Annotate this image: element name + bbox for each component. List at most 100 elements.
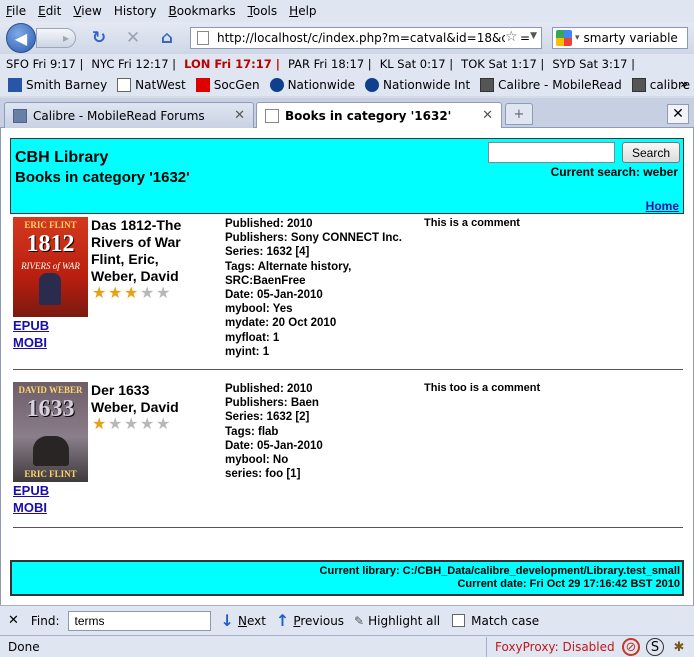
meta-tags: Tags: Alternate history, SRC:BaenFree [225, 260, 352, 287]
bookmark-nationwide-int[interactable]: Nationwide Int [365, 78, 470, 92]
tab-books-in-category[interactable]: Books in category '1632' ✕ [256, 102, 502, 129]
blocked-icon[interactable]: ⊘ [622, 638, 640, 656]
meta-date: Date: 05-Jan-2010 [225, 439, 323, 452]
star-icon: ★ [140, 283, 155, 302]
menu-edit[interactable]: Edit [38, 4, 61, 18]
star-icon: ★ [140, 414, 155, 433]
web-search-input[interactable]: smarty variable [584, 31, 678, 45]
star-icon: ★ [108, 283, 123, 302]
calibre-icon [631, 78, 646, 92]
stop-icon[interactable]: ✕ [124, 28, 142, 48]
page-footer: Current library: C:/CBH_Data/calibre_dev… [10, 560, 684, 596]
cover-title: 1633 [26, 396, 75, 422]
highlight-all-button[interactable]: ✎ Highlight all [354, 614, 440, 628]
star-icon: ★ [156, 283, 171, 302]
rating-stars: ★ ★ ★ ★ ★ [92, 285, 172, 301]
tab-calibre-forums[interactable]: Calibre - MobileRead Forums ✕ [4, 102, 254, 128]
close-icon[interactable]: ✕ [8, 613, 19, 628]
url-dropdown-icon[interactable]: ▼ [530, 31, 537, 41]
search-button[interactable]: Search [622, 142, 680, 163]
chevron-more-icon[interactable]: » [680, 77, 688, 91]
book-title[interactable]: Das 1812-The Rivers of War [91, 217, 201, 251]
clock-lon: LON Fri 17:17 | [184, 57, 280, 71]
find-input[interactable] [67, 610, 211, 631]
tab-bar: Calibre - MobileRead Forums ✕ Books in c… [0, 98, 694, 129]
menu-help[interactable]: Help [289, 4, 316, 18]
current-date: Current date: Fri Oct 29 17:16:42 BST 20… [457, 578, 680, 590]
meta-mybool: mybool: Yes [225, 303, 293, 316]
clock-nyc: NYC Fri 12:17 | [91, 57, 177, 71]
current-library: Current library: C:/CBH_Data/calibre_dev… [319, 565, 680, 577]
close-tab-button[interactable]: ✕ [667, 104, 689, 124]
bookmark-label: Nationwide [287, 78, 356, 92]
arrow-up-icon: ↑ [275, 611, 290, 630]
s-icon[interactable]: S [646, 638, 664, 656]
tab-label: Calibre - MobileRead Forums [33, 108, 205, 123]
bookmark-star-icon[interactable]: ☆ [505, 29, 521, 45]
home-link[interactable]: Home [646, 199, 679, 213]
forward-button[interactable]: ▸ [36, 28, 76, 48]
match-case-label: Match case [471, 613, 540, 628]
page-icon [265, 109, 279, 123]
search-engine-dropdown-icon[interactable]: ▾ [575, 33, 580, 43]
web-search-box[interactable]: ▾ smarty variable [552, 27, 688, 49]
search-input[interactable] [488, 142, 615, 163]
foxyproxy-status[interactable]: FoxyProxy: Disabled [486, 637, 615, 657]
cover-subtitle: RIVERS of WAR [21, 261, 80, 271]
menu-file[interactable]: File [6, 4, 26, 18]
match-case-checkbox[interactable] [452, 614, 466, 627]
status-icons: ⊘ S ✱ [616, 638, 688, 656]
firebug-icon[interactable]: ✱ [670, 638, 688, 656]
arrow-down-icon: ↓ [220, 611, 234, 630]
new-tab-button[interactable]: + [505, 103, 533, 125]
mobi-link[interactable]: MOBI [13, 335, 47, 350]
highlight-all-label: Highlight all [368, 613, 441, 628]
status-bar: Done FoxyProxy: Disabled ⊘ S ✱ [0, 635, 694, 657]
find-next-button[interactable]: ↓ Next [221, 611, 266, 630]
plus-icon: + [513, 106, 525, 122]
google-icon[interactable] [556, 30, 572, 46]
cover-author: DAVID WEBER [18, 385, 83, 395]
meta-tags: Tags: flab [225, 425, 279, 438]
meta-custom-series: series: foo [1] [225, 468, 301, 481]
bookmark-smith-barney[interactable]: Smith Barney [8, 78, 107, 92]
url-bar[interactable]: http://localhost/c/index.php?m=catval&id… [190, 27, 542, 49]
menu-bar: File Edit View History Bookmarks Tools H… [0, 0, 694, 22]
menu-view[interactable]: View [73, 4, 101, 18]
bookmark-nationwide[interactable]: Nationwide [269, 78, 356, 92]
mobi-link[interactable]: MOBI [13, 500, 47, 515]
cover-figure [33, 436, 69, 466]
url-text: http://localhost/c/index.php?m=catval&id… [217, 31, 531, 45]
calibre-icon [480, 78, 495, 92]
epub-link[interactable]: EPUB [13, 318, 49, 333]
star-icon: ★ [156, 414, 171, 433]
bookmark-socgen[interactable]: SocGen [195, 78, 260, 92]
meta-date: Date: 05-Jan-2010 [225, 289, 323, 302]
meta-myfloat: myfloat: 1 [225, 331, 280, 344]
bookmark-natwest[interactable]: NatWest [117, 78, 186, 92]
book-title-block: Der 1633 Weber, David [91, 382, 201, 416]
book-author: Flint, Eric, Weber, David [91, 251, 179, 284]
book-metadata: Published: 2010 Publishers: Sony CONNECT… [225, 217, 415, 359]
menu-tools[interactable]: Tools [248, 4, 278, 18]
epub-link[interactable]: EPUB [13, 483, 49, 498]
clock-kl: KL Sat 0:17 | [379, 57, 454, 71]
page-icon [117, 78, 132, 92]
find-previous-button[interactable]: ↑ Previous [276, 611, 344, 630]
star-icon: ★ [124, 414, 139, 433]
bookmark-calibre-mobileread[interactable]: Calibre - MobileRead [480, 78, 622, 92]
book-cover[interactable]: ERIC FLINT 1812 RIVERS of WAR [13, 217, 88, 317]
menu-history[interactable]: History [114, 4, 157, 18]
close-icon: ✕ [672, 106, 684, 122]
menu-bookmarks[interactable]: Bookmarks [169, 4, 236, 18]
library-title: CBH Library [15, 149, 109, 166]
reload-icon[interactable]: ↻ [90, 28, 108, 48]
close-icon[interactable]: ✕ [482, 108, 493, 123]
divider [13, 369, 683, 370]
book-title[interactable]: Der 1633 [91, 382, 201, 399]
back-button[interactable]: ◀ [6, 23, 36, 53]
close-icon[interactable]: ✕ [234, 108, 245, 123]
home-icon[interactable]: ⌂ [158, 28, 176, 48]
book-cover[interactable]: DAVID WEBER 1633 ERIC FLINT [13, 382, 88, 482]
meta-mydate: mydate: 20 Oct 2010 [225, 317, 337, 330]
